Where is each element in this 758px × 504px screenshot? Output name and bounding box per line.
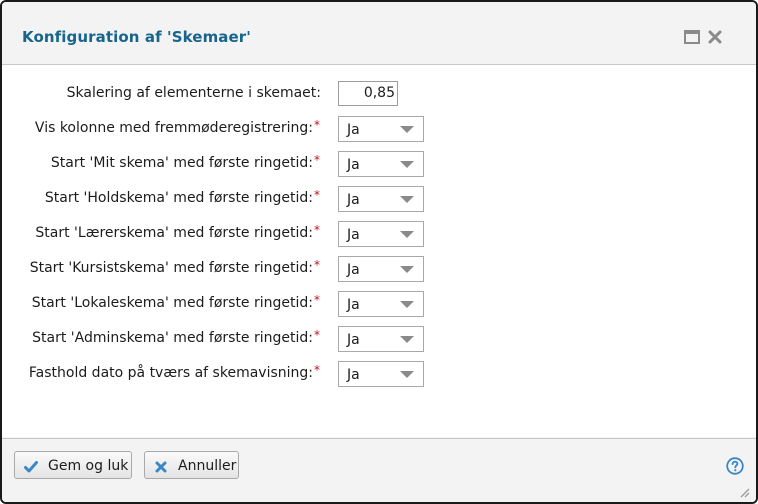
required-marker: * — [314, 258, 320, 272]
select-value: Ja — [347, 227, 360, 243]
field-label-text: Start 'Mit skema' med første ringetid: — [50, 155, 313, 171]
dropdown-arrow-icon[interactable] — [400, 266, 414, 273]
kursistskema-select[interactable]: Ja — [338, 256, 424, 282]
field-label-text: Start 'Kursistskema' med første ringetid… — [29, 260, 313, 276]
dialog-title: Konfiguration af 'Skemaer' — [22, 28, 251, 46]
select-value: Ja — [347, 157, 360, 173]
holdskema-select[interactable]: Ja — [338, 186, 424, 212]
field-label-text: Start 'Adminskema' med første ringetid: — [32, 330, 313, 346]
form-row: Start 'Holdskema' med første ringetid:* … — [2, 186, 756, 212]
form-row: Start 'Mit skema' med første ringetid:* … — [2, 151, 756, 177]
form-row: Start 'Adminskema' med første ringetid:*… — [2, 326, 756, 352]
field-label-text: Start 'Lærerskema' med første ringetid: — [35, 225, 313, 241]
help-icon[interactable] — [726, 457, 744, 475]
save-and-close-button[interactable]: Gem og luk — [14, 451, 132, 479]
select-value: Ja — [347, 262, 360, 278]
dropdown-arrow-icon[interactable] — [400, 196, 414, 203]
required-marker: * — [314, 153, 320, 167]
laererskema-select[interactable]: Ja — [338, 221, 424, 247]
form-row: Start 'Lærerskema' med første ringetid:*… — [2, 221, 756, 247]
field-label-text: Start 'Lokaleskema' med første ringetid: — [31, 295, 313, 311]
select-value: Ja — [347, 367, 360, 383]
dialog-titlebar[interactable]: Konfiguration af 'Skemaer' — [2, 2, 756, 65]
form-row: Start 'Kursistskema' med første ringetid… — [2, 256, 756, 282]
field-label: Start 'Lokaleskema' med første ringetid:… — [31, 293, 320, 311]
required-marker: * — [314, 363, 320, 377]
required-marker: * — [314, 188, 320, 202]
field-label-text: Start 'Holdskema' med første ringetid: — [44, 190, 313, 206]
cancel-button[interactable]: Annuller — [144, 451, 239, 479]
field-label-text: Fasthold dato på tværs af skemavisning: — [28, 365, 313, 381]
check-icon — [24, 459, 38, 473]
field-label: Vis kolonne med fremmøderegistrering:* — [34, 118, 320, 136]
field-label: Start 'Mit skema' med første ringetid:* — [50, 153, 320, 171]
adminskema-select[interactable]: Ja — [338, 326, 424, 352]
select-value: Ja — [347, 297, 360, 313]
config-dialog: Konfiguration af 'Skemaer' Skalering af … — [0, 0, 758, 504]
resize-grip-icon[interactable] — [738, 483, 750, 498]
field-label: Start 'Lærerskema' med første ringetid:* — [35, 223, 320, 241]
close-icon[interactable] — [708, 29, 724, 44]
form-row: Fasthold dato på tværs af skemavisning:*… — [2, 361, 756, 387]
field-label: Start 'Adminskema' med første ringetid:* — [32, 328, 320, 346]
scale-label-text: Skalering af elementerne i skemaet: — [66, 85, 321, 101]
select-value: Ja — [347, 332, 360, 348]
dropdown-arrow-icon[interactable] — [400, 231, 414, 238]
field-label-text: Vis kolonne med fremmøderegistrering: — [34, 120, 313, 136]
scale-input[interactable]: 0,85 — [338, 81, 398, 106]
attendance-column-select[interactable]: Ja — [338, 116, 424, 142]
dropdown-arrow-icon[interactable] — [400, 161, 414, 168]
dropdown-arrow-icon[interactable] — [400, 371, 414, 378]
field-label: Start 'Holdskema' med første ringetid:* — [44, 188, 320, 206]
dropdown-arrow-icon[interactable] — [400, 126, 414, 133]
select-value: Ja — [347, 122, 360, 138]
form-row: Vis kolonne med fremmøderegistrering:* J… — [2, 116, 756, 142]
field-label: Fasthold dato på tværs af skemavisning:* — [28, 363, 320, 381]
required-marker: * — [314, 118, 320, 132]
keep-date-select[interactable]: Ja — [338, 361, 424, 387]
form-row: Start 'Lokaleskema' med første ringetid:… — [2, 291, 756, 317]
lokaleskema-select[interactable]: Ja — [338, 291, 424, 317]
form-row-scale: Skalering af elementerne i skemaet: 0,85 — [2, 81, 756, 107]
save-button-label: Gem og luk — [48, 458, 129, 474]
dropdown-arrow-icon[interactable] — [400, 336, 414, 343]
field-label: Start 'Kursistskema' med første ringetid… — [29, 258, 320, 276]
required-marker: * — [314, 328, 320, 342]
dialog-footer: Gem og luk Annuller — [2, 438, 756, 502]
form-area: Skalering af elementerne i skemaet: 0,85… — [2, 65, 756, 437]
maximize-icon[interactable] — [684, 29, 700, 44]
mit-skema-select[interactable]: Ja — [338, 151, 424, 177]
required-marker: * — [314, 223, 320, 237]
cancel-x-icon — [154, 459, 168, 473]
select-value: Ja — [347, 192, 360, 208]
cancel-button-label: Annuller — [178, 458, 237, 474]
dropdown-arrow-icon[interactable] — [400, 301, 414, 308]
scale-label: Skalering af elementerne i skemaet: — [67, 85, 321, 101]
required-marker: * — [314, 293, 320, 307]
